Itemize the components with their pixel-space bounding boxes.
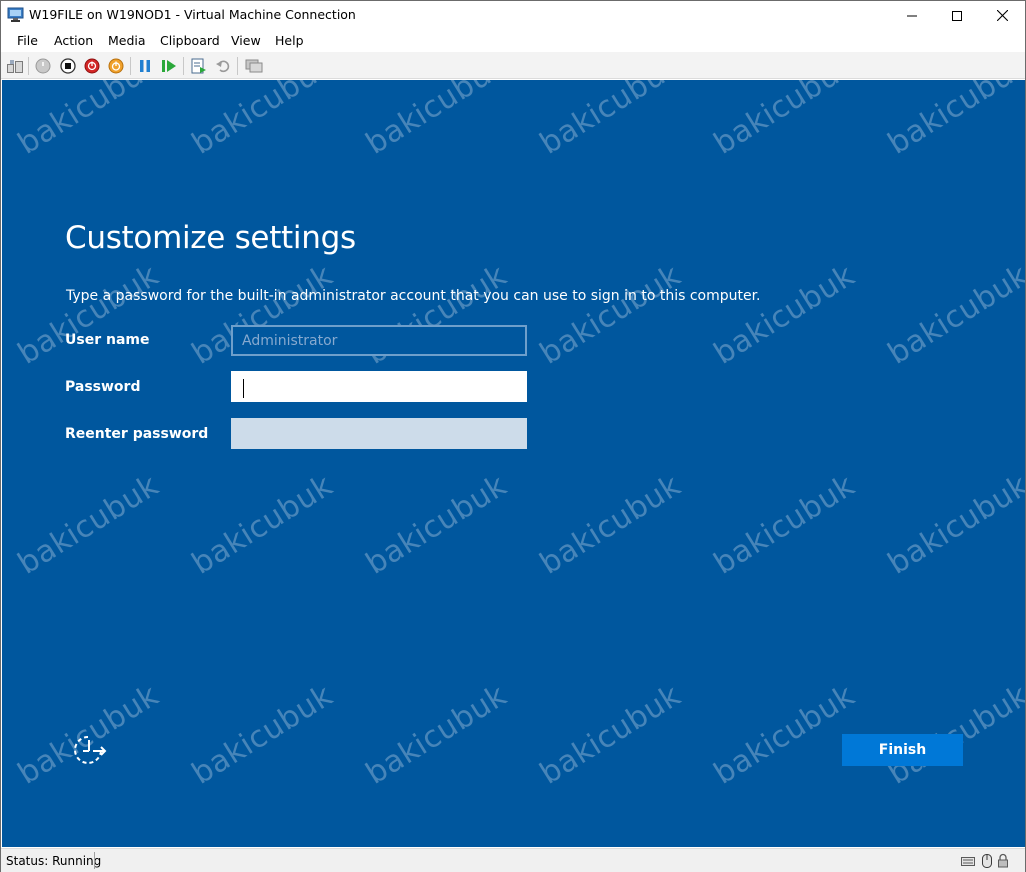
reenter-password-label: Reenter password (65, 426, 209, 442)
watermark: bakicubuk (708, 677, 862, 792)
status-separator (94, 852, 95, 869)
title-bar[interactable]: W19FILE on W19NOD1 - Virtual Machine Con… (1, 1, 1025, 30)
watermark: bakicubuk (12, 467, 166, 582)
text-caret (243, 379, 244, 398)
vm-screen[interactable]: bakicubuk bakicubuk bakicubuk bakicubuk … (2, 80, 1025, 847)
watermark: bakicubuk (534, 467, 688, 582)
enhanced-session-icon[interactable] (245, 57, 263, 75)
watermark: bakicubuk (534, 677, 688, 792)
toolbar-separator (130, 57, 131, 75)
close-icon (996, 10, 1008, 21)
password-field[interactable] (231, 371, 527, 402)
resume-icon[interactable] (160, 57, 178, 75)
menu-help[interactable]: Help (275, 33, 304, 48)
window-title: W19FILE on W19NOD1 - Virtual Machine Con… (29, 7, 356, 22)
revert-icon[interactable] (214, 57, 232, 75)
watermark: bakicubuk (360, 80, 514, 162)
vm-connection-window: W19FILE on W19NOD1 - Virtual Machine Con… (0, 0, 1026, 872)
toolbar (1, 52, 1025, 79)
status-bar: Status: Running (1, 848, 1025, 872)
maximize-button[interactable] (934, 1, 980, 30)
watermark: bakicubuk (186, 677, 340, 792)
menu-file[interactable]: File (17, 33, 38, 48)
menu-action[interactable]: Action (54, 33, 93, 48)
watermark: bakicubuk (12, 257, 166, 372)
page-description: Type a password for the built-in adminis… (66, 288, 761, 304)
username-field: Administrator (231, 325, 527, 356)
toolbar-separator (28, 57, 29, 75)
pause-icon[interactable] (136, 57, 154, 75)
watermark: bakicubuk (882, 80, 1025, 162)
reenter-password-field[interactable] (231, 418, 527, 449)
maximize-icon (952, 10, 962, 21)
save-icon[interactable] (107, 57, 125, 75)
close-button[interactable] (979, 1, 1025, 30)
watermark: bakicubuk (708, 467, 862, 582)
watermark: bakicubuk (360, 467, 514, 582)
checkpoint-icon[interactable] (190, 57, 208, 75)
shutdown-icon[interactable] (83, 57, 101, 75)
watermark: bakicubuk (12, 80, 166, 162)
start-icon[interactable] (34, 57, 52, 75)
ease-of-access-icon[interactable] (72, 734, 108, 768)
page-title: Customize settings (65, 220, 356, 256)
minimize-button[interactable] (889, 1, 935, 30)
watermark: bakicubuk (186, 467, 340, 582)
watermark: bakicubuk (882, 257, 1025, 372)
menu-bar: File Action Media Clipboard View Help (1, 30, 1025, 52)
watermark: bakicubuk (360, 677, 514, 792)
mouse-icon (981, 853, 995, 869)
lock-icon (997, 853, 1011, 869)
watermark: bakicubuk (534, 257, 688, 372)
status-text: Status: Running (6, 854, 102, 868)
watermark: bakicubuk (882, 467, 1025, 582)
keyboard-icon (961, 853, 975, 869)
turn-off-icon[interactable] (59, 57, 77, 75)
minimize-icon (907, 15, 917, 16)
watermark: bakicubuk (186, 80, 340, 162)
watermark: bakicubuk (708, 80, 862, 162)
menu-media[interactable]: Media (108, 33, 146, 48)
watermark: bakicubuk (534, 80, 688, 162)
ctrl-alt-del-icon[interactable] (6, 57, 24, 75)
toolbar-separator (183, 57, 184, 75)
password-label: Password (65, 379, 141, 395)
menu-clipboard[interactable]: Clipboard (160, 33, 220, 48)
watermark: bakicubuk (708, 257, 862, 372)
menu-view[interactable]: View (231, 33, 261, 48)
username-label: User name (65, 332, 150, 348)
vm-connection-icon (7, 7, 24, 23)
finish-button[interactable]: Finish (842, 734, 963, 766)
toolbar-separator (237, 57, 238, 75)
